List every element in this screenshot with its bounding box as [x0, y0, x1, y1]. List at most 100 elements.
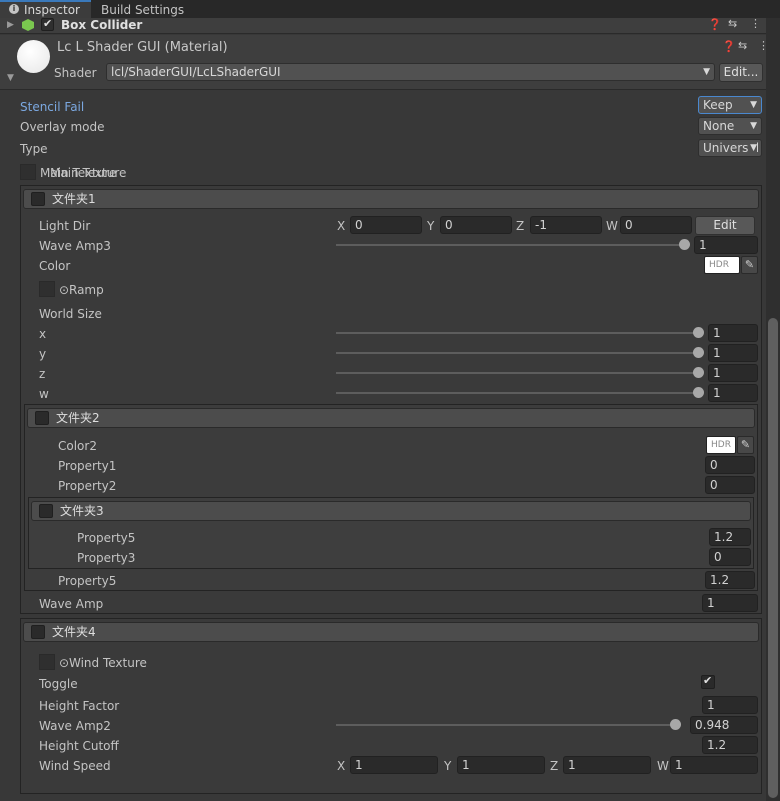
wind-texture-icon: ⊙: [59, 656, 70, 670]
wave-amp-field[interactable]: 1: [702, 594, 758, 612]
world-size-x-field[interactable]: 1: [708, 324, 758, 342]
light-dir-label: Light Dir: [39, 219, 91, 233]
dropdown-value: Keep: [703, 98, 733, 112]
chevron-down-icon: ▼: [750, 121, 757, 131]
stencil-fail-label: Stencil Fail: [20, 100, 85, 114]
wind-speed-w-field[interactable]: 1: [670, 756, 758, 774]
world-size-y-field[interactable]: 1: [708, 344, 758, 362]
component-enabled-checkbox[interactable]: ✔: [41, 17, 54, 31]
light-dir-y-field[interactable]: 0: [440, 216, 512, 234]
world-size-y-track[interactable]: [336, 352, 698, 354]
property5-label: Property5: [58, 574, 117, 588]
property1-field[interactable]: 0: [705, 456, 755, 474]
wave-amp3-label: Wave Amp3: [39, 239, 111, 253]
light-dir-z-field[interactable]: -1: [530, 216, 602, 234]
tab-label: Inspector: [24, 3, 80, 17]
shader-dropdown[interactable]: lcl/ShaderGUI/LcLShaderGUI ▼: [106, 63, 715, 81]
wind-speed-z-field[interactable]: 1: [563, 756, 651, 774]
overlay-mode-dropdown[interactable]: None ▼: [698, 117, 762, 135]
folder3-title: 文件夹3: [60, 504, 104, 518]
preset-icon[interactable]: ⇆: [728, 18, 737, 30]
expand-arrow-icon[interactable]: ▶: [7, 19, 14, 31]
world-size-y-label: y: [39, 347, 47, 361]
folder2-checkbox[interactable]: [35, 411, 49, 425]
property3-field[interactable]: 0: [709, 548, 751, 566]
folder3-checkbox[interactable]: [39, 504, 53, 518]
toggle-checkbox[interactable]: ✔: [701, 674, 715, 689]
property5-inner-label: Property5: [77, 531, 136, 545]
light-dir-w-field[interactable]: 0: [620, 216, 692, 234]
wind-speed-y-field[interactable]: 1: [457, 756, 545, 774]
shader-label: Shader: [54, 66, 97, 80]
info-icon: i: [9, 4, 19, 14]
stencil-fail-dropdown[interactable]: Keep ▼: [698, 96, 762, 114]
property2-label: Property2: [58, 479, 117, 493]
folder3-header[interactable]: [31, 501, 751, 521]
world-size-x-track[interactable]: [336, 332, 698, 334]
dropdown-value: None: [703, 119, 735, 133]
help-icon[interactable]: ❓: [722, 41, 736, 53]
light-dir-x-label: X: [337, 219, 346, 233]
chevron-down-icon: ▼: [749, 140, 757, 156]
world-size-w-track[interactable]: [336, 392, 698, 394]
property3-label: Property3: [77, 551, 136, 565]
wave-amp3-slider-track[interactable]: [336, 244, 685, 246]
folder1-header[interactable]: [23, 189, 759, 209]
eyedropper-icon[interactable]: ✎: [741, 256, 758, 274]
type-dropdown[interactable]: Universal ▼: [698, 139, 762, 157]
more-menu-icon[interactable]: ⋮: [750, 18, 761, 30]
color2-hdr-swatch[interactable]: HDR: [706, 436, 736, 454]
preset-icon[interactable]: ⇆: [738, 40, 747, 52]
world-size-z-knob[interactable]: [693, 367, 704, 378]
shader-edit-button[interactable]: Edit...: [719, 63, 763, 82]
folder2-title: 文件夹2: [56, 411, 100, 425]
ramp-icon: ⊙: [59, 283, 70, 297]
wave-amp2-slider-track[interactable]: [336, 724, 680, 726]
main-texture-label-text: Main Texture: [50, 166, 127, 180]
tab-inspector[interactable]: i Inspector: [0, 0, 91, 18]
world-size-y-knob[interactable]: [693, 347, 704, 358]
folder4-checkbox[interactable]: [31, 625, 45, 639]
folder4-header[interactable]: [23, 622, 759, 642]
scrollbar-thumb[interactable]: [768, 318, 778, 798]
foldout-arrow-icon[interactable]: ▼: [7, 72, 14, 84]
wave-amp2-field[interactable]: 0.948: [690, 716, 758, 734]
folder1-title: 文件夹1: [52, 192, 96, 206]
folder2-header[interactable]: [27, 408, 755, 428]
color2-label: Color2: [58, 439, 97, 453]
wave-amp3-field[interactable]: 1: [694, 236, 758, 254]
component-title: Box Collider: [61, 18, 143, 32]
light-dir-w-label: W: [606, 219, 618, 233]
property2-field[interactable]: 0: [705, 476, 755, 494]
color-hdr-swatch[interactable]: HDR: [704, 256, 740, 274]
height-factor-label: Height Factor: [39, 699, 120, 713]
property5-inner-field[interactable]: 1.2: [709, 528, 751, 546]
tab-build-settings[interactable]: Build Settings: [91, 0, 191, 18]
height-cutoff-field[interactable]: 1.2: [702, 736, 758, 754]
wave-amp3-slider-knob[interactable]: [679, 239, 690, 250]
folder1-checkbox[interactable]: [31, 192, 45, 206]
wave-amp2-slider-knob[interactable]: [670, 719, 681, 730]
world-size-w-knob[interactable]: [693, 387, 704, 398]
color-label: Color: [39, 259, 71, 273]
shader-value: lcl/ShaderGUI/LcLShaderGUI: [111, 65, 281, 79]
wind-texture-slot[interactable]: [39, 654, 55, 670]
type-label: Type: [20, 142, 48, 156]
world-size-z-track[interactable]: [336, 372, 698, 374]
property5-field[interactable]: 1.2: [705, 571, 755, 589]
help-icon[interactable]: ❓: [708, 19, 722, 31]
ramp-texture-slot[interactable]: [39, 281, 55, 297]
world-size-w-field[interactable]: 1: [708, 384, 758, 402]
light-dir-z-label: Z: [516, 219, 525, 233]
wind-speed-x-field[interactable]: 1: [350, 756, 438, 774]
tab-label: Build Settings: [101, 3, 185, 17]
material-title: Lc L Shader GUI (Material): [57, 40, 228, 55]
light-dir-edit-button[interactable]: Edit: [695, 216, 755, 235]
eyedropper-icon[interactable]: ✎: [737, 436, 754, 454]
world-size-z-field[interactable]: 1: [708, 364, 758, 382]
light-dir-x-field[interactable]: 0: [350, 216, 422, 234]
height-factor-field[interactable]: 1: [702, 696, 758, 714]
world-size-x-knob[interactable]: [693, 327, 704, 338]
main-texture-slot[interactable]: [20, 164, 36, 180]
folder4-title: 文件夹4: [52, 625, 96, 639]
